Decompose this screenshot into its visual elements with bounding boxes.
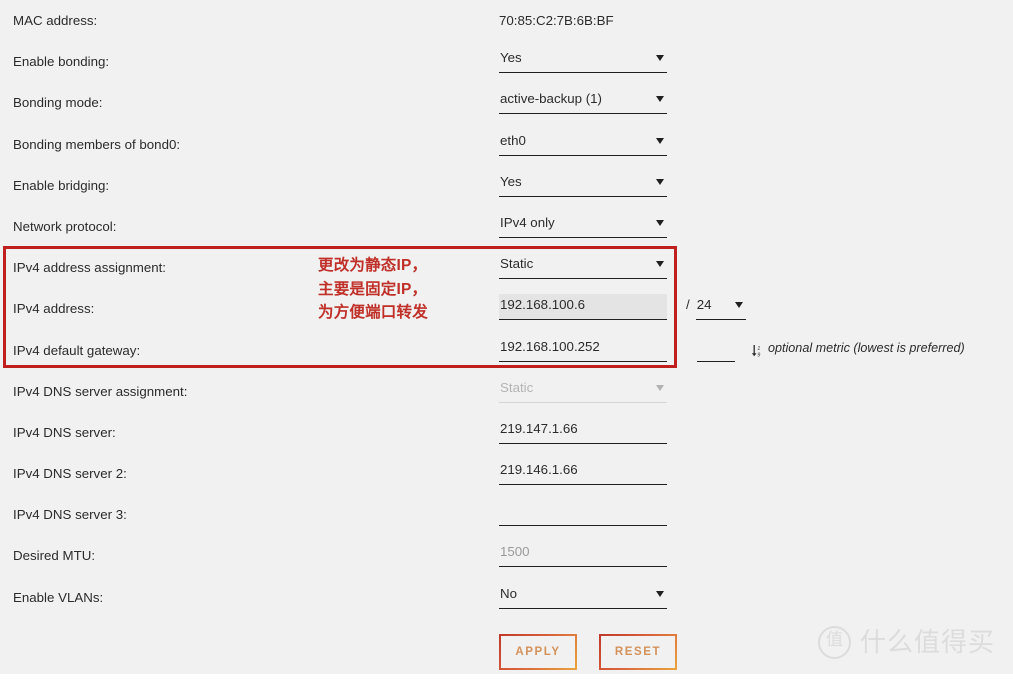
form-row-ipv4-dns-server-1: IPv4 DNS server:: [0, 412, 1013, 453]
label-enable-bonding: Enable bonding:: [13, 54, 110, 70]
form-row-desired-mtu: Desired MTU:: [0, 535, 1013, 576]
field-ipv4-default-gateway: [499, 335, 667, 362]
form-row-ipv4-default-gateway: IPv4 default gateway: 1 9 optional m: [0, 330, 1013, 371]
label-ipv4-dns-server-assignment: IPv4 DNS server assignment:: [13, 383, 188, 399]
field-ipv4-address-assignment: Static: [499, 253, 667, 280]
field-ipv4-address: [499, 294, 667, 321]
annotation-line-1: 更改为静态IP，: [318, 257, 428, 274]
svg-text:9: 9: [757, 352, 760, 357]
value-mac-address: 70:85:C2:7B:6B:BF: [499, 13, 614, 28]
label-bonding-members: Bonding members of bond0:: [13, 136, 181, 152]
select-bonding-mode[interactable]: active-backup (1): [499, 88, 667, 115]
ipv4-prefix-length-group: / 24: [686, 294, 746, 321]
field-ipv4-dns-server-2: [499, 459, 667, 486]
sort-numeric-down-icon: 1 9: [751, 342, 764, 358]
form-actions: APPLY RESET: [499, 634, 677, 670]
select-enable-vlans[interactable]: No: [499, 582, 667, 609]
select-bonding-members[interactable]: eth0: [499, 129, 667, 156]
label-ipv4-default-gateway: IPv4 default gateway:: [13, 342, 141, 358]
annotation-line-2: 主要是固定IP，: [318, 280, 428, 298]
field-bonding-mode: active-backup (1): [499, 88, 667, 115]
form-row-ipv4-dns-server-2: IPv4 DNS server 2:: [0, 453, 1013, 494]
field-ipv4-dns-server-assignment: Static: [499, 376, 667, 403]
slash-separator: /: [686, 297, 690, 313]
input-desired-mtu[interactable]: [499, 541, 667, 568]
form-row-enable-bonding: Enable bonding: Yes: [0, 41, 1013, 82]
form-row-ipv4-address-assignment: IPv4 address assignment: Static: [0, 247, 1013, 288]
watermark: 值 什么值得买: [817, 626, 995, 659]
form-row-ipv4-dns-server-assignment: IPv4 DNS server assignment: Static: [0, 371, 1013, 412]
input-ipv4-address[interactable]: [499, 294, 667, 321]
form-row-bonding-mode: Bonding mode: active-backup (1): [0, 82, 1013, 123]
form-row-bonding-members: Bonding members of bond0: eth0: [0, 124, 1013, 165]
select-ipv4-prefix-length[interactable]: 24: [695, 294, 746, 321]
label-desired-mtu: Desired MTU:: [13, 548, 96, 564]
field-network-protocol: IPv4 only: [499, 211, 667, 238]
apply-button[interactable]: APPLY: [499, 634, 577, 670]
form-row-enable-vlans: Enable VLANs: No: [0, 577, 1013, 618]
label-ipv4-dns-server-2: IPv4 DNS server 2:: [13, 466, 127, 482]
apply-button-label: APPLY: [515, 646, 561, 658]
label-mac-address: MAC address:: [13, 13, 98, 28]
select-ipv4-dns-server-assignment: Static: [499, 376, 667, 403]
field-enable-bridging: Yes: [499, 170, 667, 197]
label-enable-bridging: Enable bridging:: [13, 177, 110, 193]
field-bonding-members: eth0: [499, 129, 667, 156]
annotation-line-3: 为方便端口转发: [318, 304, 428, 321]
metric-hint-text: optional metric (lowest is preferred): [768, 340, 965, 355]
form-row-mac-address: MAC address: 70:85:C2:7B:6B:BF: [0, 0, 1013, 41]
field-enable-vlans: No: [499, 582, 667, 609]
watermark-text: 什么值得买: [859, 627, 995, 658]
field-desired-mtu: [499, 541, 667, 568]
watermark-logo-icon: 值: [817, 626, 851, 659]
select-enable-bonding[interactable]: Yes: [499, 47, 667, 74]
label-ipv4-address-assignment: IPv4 address assignment:: [13, 260, 166, 276]
annotation-text: 更改为静态IP， 主要是固定IP， 为方便端口转发: [318, 254, 428, 325]
form-row-ipv4-dns-server-3: IPv4 DNS server 3:: [0, 494, 1013, 535]
label-network-protocol: Network protocol:: [13, 218, 117, 234]
metric-hint: 1 9 optional metric (lowest is preferred…: [751, 336, 965, 360]
input-ipv4-dns-server-1[interactable]: [499, 417, 667, 444]
label-ipv4-dns-server-3: IPv4 DNS server 3:: [13, 507, 127, 523]
form-row-ipv4-address: IPv4 address: / 24: [0, 288, 1013, 329]
ipv4-metric-group: 1 9 optional metric (lowest is preferred…: [697, 335, 965, 362]
label-ipv4-dns-server-1: IPv4 DNS server:: [13, 424, 116, 440]
label-ipv4-address: IPv4 address:: [13, 301, 95, 317]
label-enable-vlans: Enable VLANs:: [13, 589, 104, 605]
form-row-network-protocol: Network protocol: IPv4 only: [0, 206, 1013, 247]
input-ipv4-dns-server-2[interactable]: [499, 459, 667, 486]
form-row-enable-bridging: Enable bridging: Yes: [0, 165, 1013, 206]
settings-form: MAC address: 70:85:C2:7B:6B:BF Enable bo…: [0, 0, 1013, 618]
input-ipv4-dns-server-3[interactable]: [499, 500, 667, 527]
reset-button-label: RESET: [614, 646, 662, 658]
field-ipv4-dns-server-1: [499, 417, 667, 444]
select-enable-bridging[interactable]: Yes: [499, 170, 667, 197]
input-ipv4-metric[interactable]: [697, 335, 735, 362]
svg-text:1: 1: [757, 346, 760, 352]
select-network-protocol[interactable]: IPv4 only: [499, 211, 667, 238]
reset-button[interactable]: RESET: [599, 634, 677, 670]
field-enable-bonding: Yes: [499, 47, 667, 74]
label-bonding-mode: Bonding mode:: [13, 95, 103, 111]
select-ipv4-address-assignment[interactable]: Static: [499, 253, 667, 280]
network-interface-settings-page: MAC address: 70:85:C2:7B:6B:BF Enable bo…: [0, 0, 1013, 681]
input-ipv4-default-gateway[interactable]: [499, 335, 667, 362]
field-ipv4-dns-server-3: [499, 500, 667, 527]
